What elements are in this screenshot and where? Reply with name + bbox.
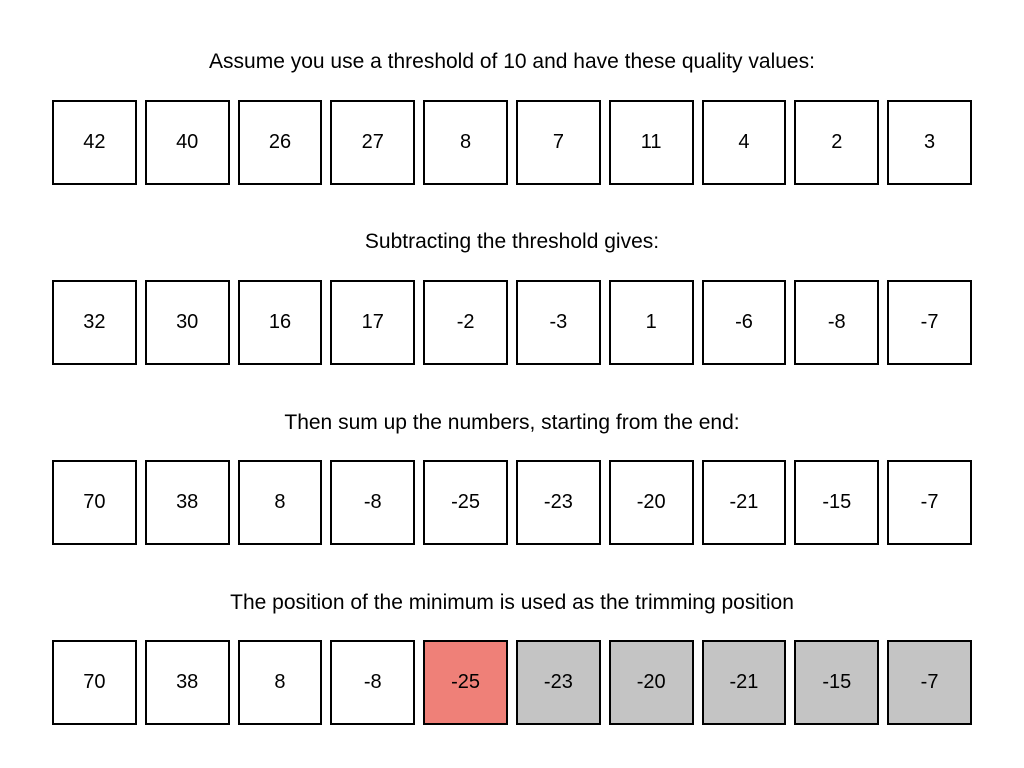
value-cell: -20	[608, 460, 694, 545]
value-cell: 30	[144, 280, 230, 365]
trimmed-value-cell: -15	[794, 640, 880, 725]
value-cell: 17	[330, 280, 416, 365]
value-cell: 8	[237, 460, 323, 545]
value-cell: 7	[515, 100, 601, 185]
minimum-value-cell: -25	[423, 640, 508, 725]
value-cell: 16	[237, 280, 323, 365]
step-caption-subtract-threshold: Subtracting the threshold gives:	[364, 230, 660, 253]
value-cell: -8	[330, 460, 416, 545]
step-caption-trimming-position: The position of the minimum is used as t…	[230, 591, 794, 614]
value-cell: 70	[52, 460, 137, 545]
value-cell: 32	[52, 280, 137, 365]
value-cell: 40	[144, 100, 230, 185]
subtracted-values-row: 32 30 16 17 -2 -3 1 -6 -8 -7	[52, 280, 972, 365]
value-cell: -21	[701, 460, 787, 545]
value-cell: -7	[887, 280, 972, 365]
value-cell: 38	[144, 640, 230, 725]
cumulative-sum-row: 70 38 8 -8 -25 -23 -20 -21 -15 -7	[52, 460, 972, 545]
value-cell: 8	[237, 640, 323, 725]
value-cell: 26	[237, 100, 323, 185]
value-cell: -8	[330, 640, 416, 725]
value-cell: 38	[144, 460, 230, 545]
value-cell: 2	[794, 100, 880, 185]
value-cell: 4	[701, 100, 787, 185]
trimmed-value-cell: -21	[701, 640, 787, 725]
value-cell: 11	[608, 100, 694, 185]
value-cell: 70	[52, 640, 137, 725]
value-cell: -23	[515, 460, 601, 545]
value-cell: 8	[423, 100, 508, 185]
value-cell: 3	[887, 100, 972, 185]
trimmed-value-cell: -20	[608, 640, 694, 725]
value-cell: 42	[52, 100, 137, 185]
value-cell: -3	[515, 280, 601, 365]
trimmed-value-cell: -7	[887, 640, 972, 725]
step-caption-cumulative-sum: Then sum up the numbers, starting from t…	[284, 411, 740, 434]
step-caption-quality-values: Assume you use a threshold of 10 and hav…	[209, 50, 815, 73]
trimmed-value-cell: -23	[515, 640, 601, 725]
value-cell: -25	[423, 460, 508, 545]
value-cell: -6	[701, 280, 787, 365]
value-cell: 27	[330, 100, 416, 185]
value-cell: -2	[423, 280, 508, 365]
value-cell: -15	[794, 460, 880, 545]
quality-values-row: 42 40 26 27 8 7 11 4 2 3	[52, 100, 972, 185]
value-cell: 1	[608, 280, 694, 365]
value-cell: -8	[794, 280, 880, 365]
trimming-position-row: 70 38 8 -8 -25 -23 -20 -21 -15 -7	[52, 640, 972, 725]
value-cell: -7	[887, 460, 972, 545]
